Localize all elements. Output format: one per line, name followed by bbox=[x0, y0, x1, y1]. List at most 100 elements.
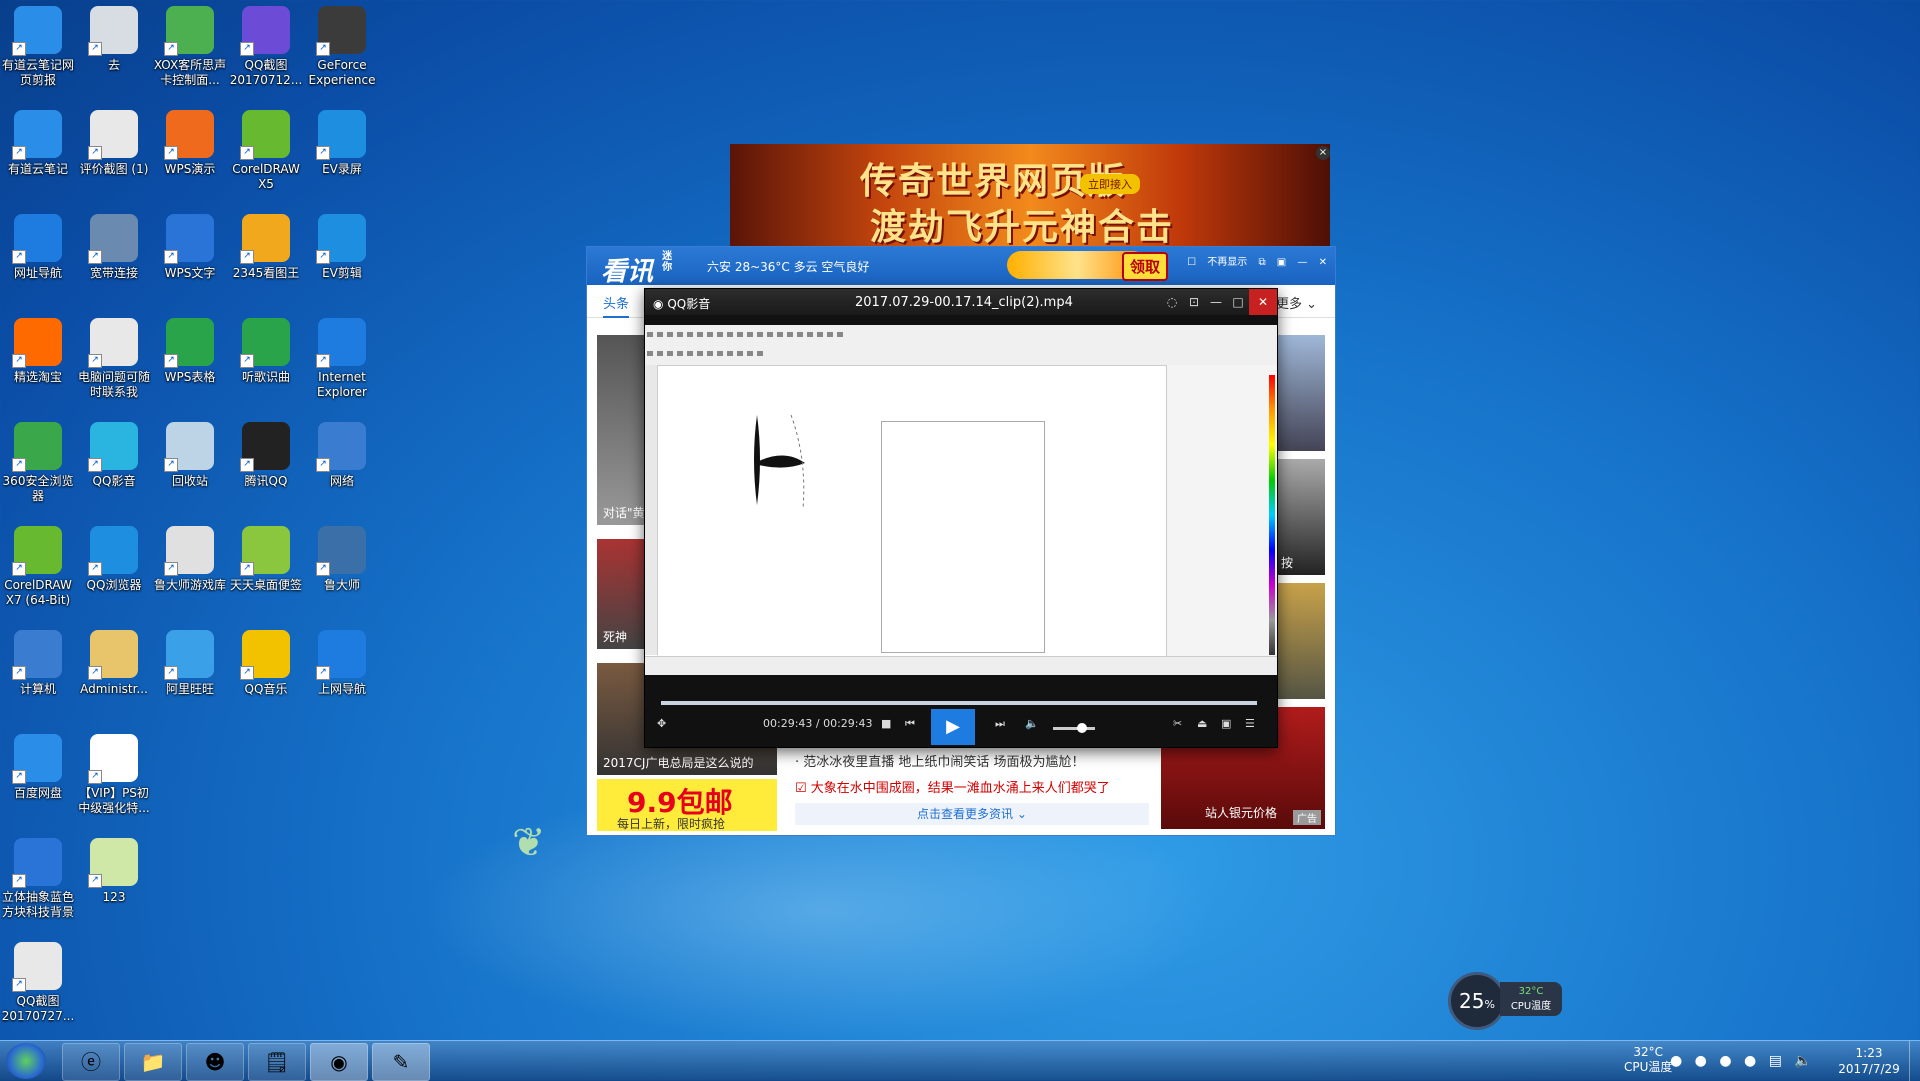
taskbar-qq-player[interactable]: ◉ bbox=[310, 1043, 368, 1081]
tray-app-icon[interactable]: ● bbox=[1695, 1053, 1707, 1069]
tools-icon[interactable]: ✂ bbox=[1173, 717, 1182, 730]
network-icon[interactable]: ▤ bbox=[1769, 1053, 1782, 1069]
desktop-icon[interactable]: ↗ QQ截图20170727... bbox=[0, 938, 76, 1024]
desktop-icon[interactable]: ↗ 立体抽象蓝色方块科技背景 bbox=[0, 834, 76, 920]
ad-close-icon[interactable]: × bbox=[1316, 146, 1330, 160]
desktop-icon[interactable]: ↗ 电脑问题可随时联系我 bbox=[76, 314, 152, 400]
skin-icon[interactable]: ⧉ bbox=[1258, 257, 1265, 268]
taskbar-browser[interactable]: ⓔ bbox=[62, 1043, 120, 1081]
playlist-icon[interactable]: ☰ bbox=[1245, 717, 1255, 730]
coreldraw-icon: ✎ bbox=[392, 1050, 410, 1074]
desktop-icon[interactable]: ↗ CorelDRAW X7 (64-Bit) bbox=[0, 522, 76, 608]
tray-app-icon[interactable]: ● bbox=[1744, 1053, 1756, 1069]
tray-temp[interactable]: 32°C CPU温度 bbox=[1624, 1045, 1672, 1075]
desktop-icon[interactable]: ↗ 回收站 bbox=[152, 418, 228, 489]
seek-bar[interactable] bbox=[661, 701, 1257, 705]
desktop-icon[interactable]: ↗ QQ音乐 bbox=[228, 626, 304, 697]
desktop-icon[interactable]: ↗ 网络 bbox=[304, 418, 380, 489]
news-image-right-1[interactable] bbox=[1275, 335, 1325, 451]
taskbar-coreldraw[interactable]: ✎ bbox=[372, 1043, 430, 1081]
minimize-icon[interactable]: — bbox=[1297, 257, 1307, 268]
news-image-2[interactable]: 死神 bbox=[597, 539, 647, 649]
desktop-icon[interactable]: ↗ WPS表格 bbox=[152, 314, 228, 385]
pin-icon[interactable]: ⊡ bbox=[1183, 289, 1205, 315]
show-desktop-button[interactable] bbox=[1909, 1041, 1920, 1081]
stop-icon[interactable]: ■ bbox=[881, 717, 891, 730]
desktop-icon[interactable]: ↗ 有道云笔记网页剪报 bbox=[0, 2, 76, 88]
wps-spreadsheet-icon: ↗ bbox=[164, 318, 214, 368]
desktop-icon[interactable]: ↗ 有道云笔记 bbox=[0, 106, 76, 177]
desktop-icon[interactable]: ↗ WPS文字 bbox=[152, 210, 228, 281]
desktop-icon[interactable]: ↗ Administr... bbox=[76, 626, 152, 697]
desktop-icon[interactable]: ↗ 宽带连接 bbox=[76, 210, 152, 281]
news-image-right-2[interactable]: 按 bbox=[1275, 459, 1325, 575]
desktop-icon[interactable]: ↗ Internet Explorer bbox=[304, 314, 380, 400]
promo-claim-button[interactable]: 领取 bbox=[1122, 252, 1169, 281]
desktop-icon[interactable]: ↗ QQ影音 bbox=[76, 418, 152, 489]
speaker-icon[interactable]: 🔈 bbox=[1794, 1053, 1811, 1069]
start-button[interactable] bbox=[6, 1043, 46, 1079]
desktop-icon[interactable]: ↗ 【VIP】PS初中级强化特... bbox=[76, 730, 152, 816]
desktop-icon[interactable]: ↗ GeForce Experience bbox=[304, 2, 380, 88]
cpu-widget[interactable]: 25% 32°C CPU温度 bbox=[1448, 972, 1564, 1030]
ad-enter-button[interactable]: 立即接入 bbox=[1080, 174, 1140, 194]
next-icon[interactable]: ⏭ bbox=[995, 717, 1005, 731]
desktop-icon[interactable]: ↗ 360安全浏览器 bbox=[0, 418, 76, 504]
desktop-icon[interactable]: ↗ 2345看图王 bbox=[228, 210, 304, 281]
restore-icon[interactable]: ▣ bbox=[1277, 257, 1286, 268]
desktop-icon[interactable]: ↗ 网址导航 bbox=[0, 210, 76, 281]
desktop-icon[interactable]: ↗ 鲁大师 bbox=[304, 522, 380, 593]
previous-icon[interactable]: ⏮ bbox=[905, 717, 915, 731]
mouse-icon[interactable]: ✥ bbox=[657, 717, 666, 730]
close-icon[interactable]: ✕ bbox=[1249, 289, 1277, 315]
headline-2[interactable]: ☑ 大象在水中围成圈，结果一滩血水涌上来人们都哭了 bbox=[795, 777, 1110, 796]
news-image-1[interactable]: 对话"黄 bbox=[597, 335, 647, 525]
game-ad-banner[interactable]: 传奇世界网页版 渡劫飞升元神合击 立即接入 bbox=[730, 144, 1330, 248]
desktop-icon[interactable]: ↗ 鲁大师游戏库 bbox=[152, 522, 228, 593]
player-titlebar[interactable]: ◉ QQ影音 2017.07.29-00.17.14_clip(2).mp4 ◌… bbox=[645, 289, 1277, 315]
desktop-icon[interactable]: ↗ EV录屏 bbox=[304, 106, 380, 177]
nvidia-icon[interactable]: ● bbox=[1719, 1053, 1731, 1069]
news-image-right-3[interactable] bbox=[1275, 583, 1325, 699]
desktop-icon[interactable]: ↗ 阿里旺旺 bbox=[152, 626, 228, 697]
desktop-icon[interactable]: ↗ EV剪辑 bbox=[304, 210, 380, 281]
desktop-icon[interactable]: ↗ 听歌识曲 bbox=[228, 314, 304, 385]
desktop-icon[interactable]: ↗ CorelDRAW X5 bbox=[228, 106, 304, 192]
promo-99-banner[interactable]: 9.9包邮 每日上新，限时疯抢 bbox=[597, 779, 777, 831]
desktop-icon[interactable]: ↗ 精选淘宝 bbox=[0, 314, 76, 385]
screen-icon[interactable]: ▣ bbox=[1221, 717, 1231, 730]
no-show-checkbox[interactable]: ☐ 不再显示 bbox=[1187, 257, 1247, 268]
headline-1[interactable]: · 范冰冰夜里直播 地上纸巾闹笑话 场面极为尴尬！ bbox=[795, 751, 1085, 770]
clock[interactable]: 1:23 2017/7/29 bbox=[1834, 1045, 1904, 1077]
desktop-icon[interactable]: ↗ 上网导航 bbox=[304, 626, 380, 697]
eject-icon[interactable]: ⏏ bbox=[1197, 717, 1207, 730]
desktop-icon[interactable]: ↗ 去 bbox=[76, 2, 152, 73]
maximize-icon[interactable]: □ bbox=[1227, 289, 1249, 315]
tray-app-icon[interactable]: ● bbox=[1670, 1053, 1682, 1069]
desktop-icon[interactable]: ↗ 天天桌面便签 bbox=[228, 522, 304, 593]
desktop-icon[interactable]: ↗ XOX客所思声卡控制面... bbox=[152, 2, 228, 88]
taskbar-explorer[interactable]: 📁 bbox=[124, 1043, 182, 1081]
volume-slider[interactable] bbox=[1053, 723, 1095, 733]
tab-headlines[interactable]: 头条 bbox=[603, 293, 630, 318]
desktop-icon[interactable]: ↗ QQ浏览器 bbox=[76, 522, 152, 593]
desktop-icon[interactable]: ↗ 百度网盘 bbox=[0, 730, 76, 801]
play-button[interactable]: ▶ bbox=[931, 709, 975, 745]
mini-mode-icon[interactable]: ◌ bbox=[1161, 289, 1183, 315]
video-frame[interactable] bbox=[645, 325, 1277, 675]
close-icon[interactable]: ✕ bbox=[1319, 257, 1327, 268]
taskbar-notes[interactable]: 🗒 bbox=[248, 1043, 306, 1081]
desktop-icon-label: 网址导航 bbox=[13, 266, 62, 280]
desktop-icon[interactable]: ↗ 腾讯QQ bbox=[228, 418, 304, 489]
desktop-icon[interactable]: ↗ QQ截图20170712... bbox=[228, 2, 304, 88]
shortcut-arrow-icon: ↗ bbox=[240, 354, 254, 368]
desktop-icon[interactable]: ↗ WPS演示 bbox=[152, 106, 228, 177]
desktop-icon[interactable]: ↗ 123 bbox=[76, 834, 152, 905]
minimize-icon[interactable]: — bbox=[1205, 289, 1227, 315]
volume-icon[interactable]: 🔈 bbox=[1025, 717, 1039, 730]
desktop-icon[interactable]: ↗ 计算机 bbox=[0, 626, 76, 697]
more-news-link[interactable]: 点击查看更多资讯 ⌄ bbox=[795, 803, 1149, 825]
tab-more[interactable]: 更多 ⌄ bbox=[1276, 293, 1317, 312]
desktop-icon[interactable]: ↗ 评价截图 (1) bbox=[76, 106, 152, 177]
taskbar-xox[interactable]: ☻ bbox=[186, 1043, 244, 1081]
